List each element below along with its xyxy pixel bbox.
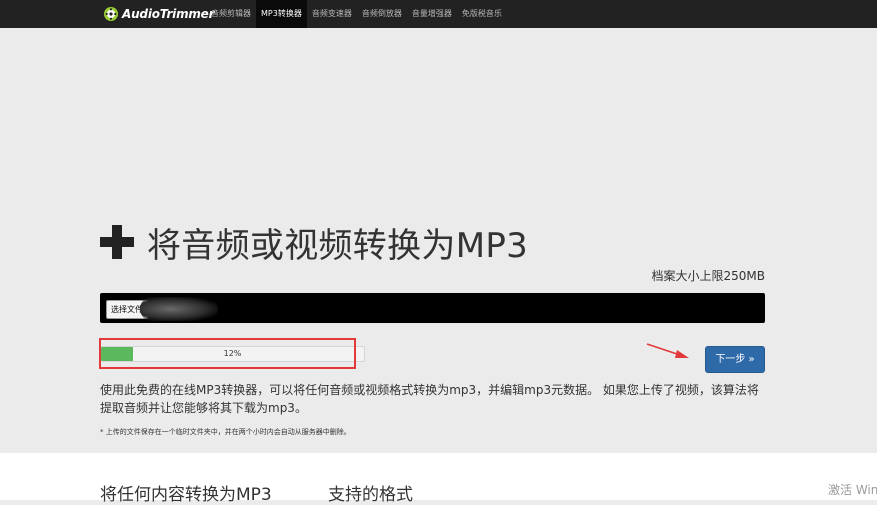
- supported-formats-heading: 支持的格式: [328, 485, 413, 505]
- page-title: 将音频或视频转换为MP3: [147, 225, 529, 266]
- temporary-storage-note: * 上传的文件保存在一个临时文件夹中，并在两个小时内会自动从服务器中删除。: [100, 428, 351, 436]
- main-nav: 音频剪辑器 MP3转换器 音频变速器 音频倒放器 音量增强器 免版税音乐: [206, 0, 507, 28]
- top-navbar: AudioTrimmer 音频剪辑器 MP3转换器 音频变速器 音频倒放器 音量…: [0, 0, 877, 28]
- nav-item-mp3-converter[interactable]: MP3转换器: [256, 0, 307, 28]
- nav-item-audio-speed-changer[interactable]: 音频变速器: [307, 0, 357, 28]
- convert-anything-heading: 将任何内容转换为MP3: [100, 485, 272, 505]
- nav-item-audio-cutter[interactable]: 音频剪辑器: [206, 0, 256, 28]
- file-size-limit: 档案大小上限250MB: [651, 269, 766, 283]
- file-upload-bar[interactable]: 选择文件: [100, 293, 765, 323]
- nav-item-royalty-free-music[interactable]: 免版税音乐: [457, 0, 507, 28]
- redacted-filename: [140, 297, 218, 321]
- nav-item-volume-booster[interactable]: 音量增强器: [407, 0, 457, 28]
- brand-logo[interactable]: AudioTrimmer: [103, 3, 215, 25]
- plus-icon: [100, 225, 134, 259]
- audio-reel-icon: [104, 7, 118, 21]
- lower-section: 将任何内容转换为MP3 支持的格式 激活 Win: [0, 453, 877, 505]
- brand-name: AudioTrimmer: [122, 7, 215, 21]
- windows-activation-watermark: 激活 Win: [828, 483, 877, 497]
- annotation-arrow-icon: [646, 343, 689, 358]
- converter-description: 使用此免费的在线MP3转换器，可以将任何音频或视频格式转换为mp3，并编辑mp3…: [100, 383, 759, 415]
- nav-item-audio-reverser[interactable]: 音频倒放器: [357, 0, 407, 28]
- annotation-highlight-box: [99, 338, 356, 369]
- next-step-button[interactable]: 下一步 »: [705, 346, 765, 373]
- page-title-row: 将音频或视频转换为MP3: [100, 218, 528, 266]
